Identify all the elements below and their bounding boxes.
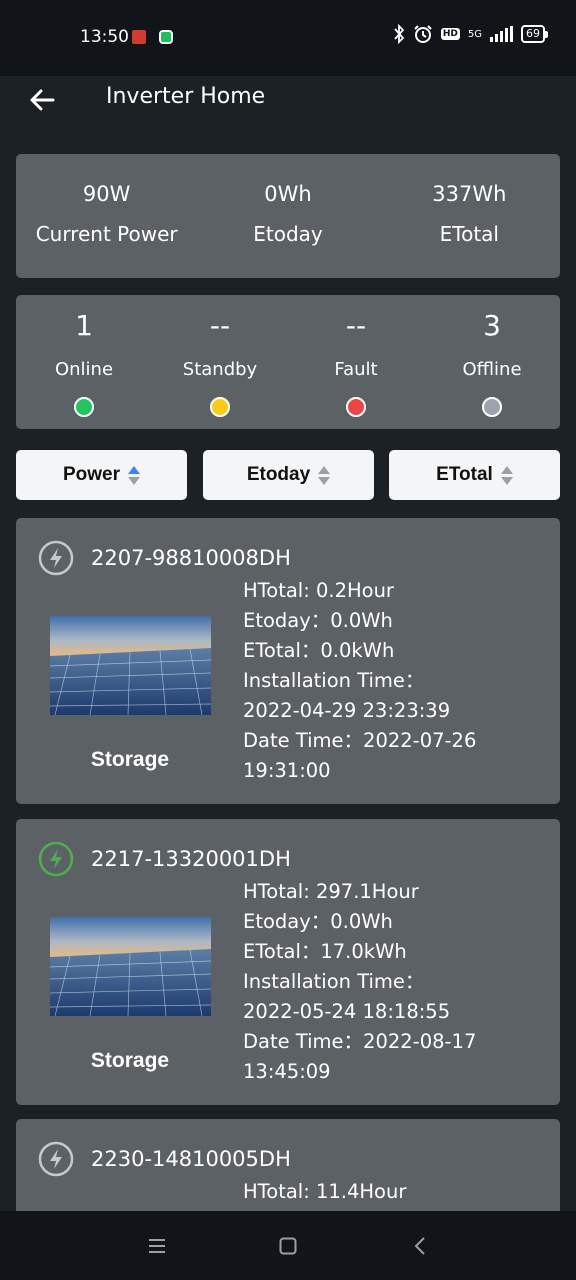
status-count: 1 xyxy=(75,309,93,342)
date-time: Date Time：2022-07-26 xyxy=(243,726,543,756)
installation-time: 2022-04-29 23:23:39 xyxy=(243,699,451,722)
device-details: HTotal: 0.2Hour Etoday：0.0Wh ETotal：0.0k… xyxy=(243,576,543,786)
stat-label: Etoday xyxy=(253,222,323,246)
hd-voice-icon: HD xyxy=(440,28,460,40)
alarm-icon xyxy=(414,25,432,43)
device-serial: 2207-98810008DH xyxy=(91,546,291,570)
chevron-left-icon xyxy=(414,1237,425,1255)
sort-label: Etoday xyxy=(246,464,311,485)
status-label: Fault xyxy=(334,359,378,380)
date-time-label: Date Time： xyxy=(243,1030,364,1053)
date-time-clock: 13:45:09 xyxy=(243,1060,331,1083)
current-power-stat: 90W Current Power xyxy=(16,154,197,278)
device-type: Storage xyxy=(90,748,170,771)
back-button[interactable] xyxy=(24,82,60,118)
sort-arrows-icon xyxy=(128,465,141,485)
installation-time-label: Installation Time： xyxy=(243,669,425,692)
status-count: -- xyxy=(345,309,367,342)
device-card[interactable]: 2217-13320001DH Storage HTotal: 297.1Hou… xyxy=(16,819,560,1105)
status-offline[interactable]: 3 Offline xyxy=(424,295,560,429)
etotal: ETotal：17.0kWh xyxy=(243,940,407,963)
home-button[interactable] xyxy=(274,1233,302,1259)
installation-time: 2022-05-24 18:18:55 xyxy=(243,1000,451,1023)
status-label: Offline xyxy=(462,359,522,380)
date-time-date: 2022-07-26 xyxy=(363,729,477,752)
sort-etotal-button[interactable]: ETotal xyxy=(389,450,560,500)
date-time-date: 2022-08-17 xyxy=(363,1030,477,1053)
stat-value: 337Wh xyxy=(432,182,507,206)
date-time-clock: 19:31:00 xyxy=(243,759,331,782)
notification-app-icon xyxy=(132,30,146,44)
stat-value: 90W xyxy=(82,182,131,206)
status-count: 3 xyxy=(483,309,501,342)
status-bar: 13:50 HD 5G 69 xyxy=(0,0,576,76)
status-online[interactable]: 1 Online xyxy=(16,295,152,429)
stat-label: ETotal xyxy=(439,222,499,246)
solar-panel-image xyxy=(50,616,211,715)
htotal: HTotal: 297.1Hour xyxy=(243,880,419,903)
device-details: HTotal: 11.4Hour xyxy=(243,1177,543,1207)
sort-power-button[interactable]: Power xyxy=(16,450,187,500)
etotal: ETotal：0.0kWh xyxy=(243,639,395,662)
installation-time-label: Installation Time： xyxy=(243,970,425,993)
standby-dot-icon xyxy=(210,397,230,417)
status-count: -- xyxy=(209,309,231,342)
device-details: HTotal: 297.1Hour Etoday：0.0Wh ETotal：17… xyxy=(243,877,543,1087)
system-indicators: HD 5G 69 xyxy=(393,24,548,44)
lightning-icon xyxy=(38,1141,74,1177)
square-icon xyxy=(279,1237,297,1255)
device-card[interactable]: 2207-98810008DH Storage HTotal: 0.2Hour … xyxy=(16,518,560,804)
sort-bar: Power Etoday ETotal xyxy=(16,450,560,500)
device-serial: 2217-13320001DH xyxy=(91,847,291,871)
fault-dot-icon xyxy=(346,397,366,417)
lightning-icon xyxy=(38,540,74,576)
status-label: Online xyxy=(54,359,114,380)
recent-apps-button[interactable] xyxy=(143,1233,171,1259)
device-card[interactable]: 2230-14810005DH HTotal: 11.4Hour xyxy=(16,1119,560,1211)
battery-icon: 69 xyxy=(521,25,548,43)
app-header: Inverter Home xyxy=(0,76,576,136)
system-back-button[interactable] xyxy=(406,1233,434,1259)
sort-label: ETotal xyxy=(436,464,493,485)
offline-dot-icon xyxy=(482,397,502,417)
device-type: Storage xyxy=(90,1049,170,1072)
status-time: 13:50 xyxy=(80,27,129,47)
sort-arrows-icon xyxy=(500,465,513,485)
date-time: Date Time：2022-08-17 xyxy=(243,1027,543,1057)
bluetooth-icon xyxy=(394,24,405,44)
arrow-left-icon xyxy=(30,89,55,111)
etotal-stat: 337Wh ETotal xyxy=(379,154,560,278)
stat-value: 0Wh xyxy=(264,182,312,206)
battery-level: 69 xyxy=(521,25,545,43)
page-title: Inverter Home xyxy=(106,84,266,109)
etoday-stat: 0Wh Etoday xyxy=(197,154,378,278)
system-nav-bar xyxy=(0,1211,576,1280)
sort-label: Power xyxy=(62,464,121,485)
lightning-icon xyxy=(38,841,74,877)
status-standby[interactable]: -- Standby xyxy=(152,295,288,429)
status-fault[interactable]: -- Fault xyxy=(288,295,424,429)
menu-icon xyxy=(149,1239,165,1253)
date-time-label: Date Time： xyxy=(243,729,364,752)
device-serial: 2230-14810005DH xyxy=(91,1147,291,1171)
status-label: Standby xyxy=(182,359,258,380)
etoday: Etoday：0.0Wh xyxy=(243,910,393,933)
sort-etoday-button[interactable]: Etoday xyxy=(203,450,374,500)
inverter-status-card: 1 Online -- Standby -- Fault 3 Offline xyxy=(16,295,560,429)
htotal: HTotal: 0.2Hour xyxy=(243,579,394,602)
signal-icon xyxy=(490,26,513,42)
etoday: Etoday：0.0Wh xyxy=(243,609,393,632)
solar-panel-image xyxy=(50,917,211,1016)
sort-arrows-icon xyxy=(318,465,331,485)
htotal: HTotal: 11.4Hour xyxy=(243,1180,407,1203)
network-type: 5G xyxy=(467,28,482,40)
stat-label: Current Power xyxy=(35,222,178,246)
notification-chat-icon xyxy=(159,30,173,44)
online-dot-icon xyxy=(74,397,94,417)
energy-summary-card: 90W Current Power 0Wh Etoday 337Wh ETota… xyxy=(16,154,560,278)
